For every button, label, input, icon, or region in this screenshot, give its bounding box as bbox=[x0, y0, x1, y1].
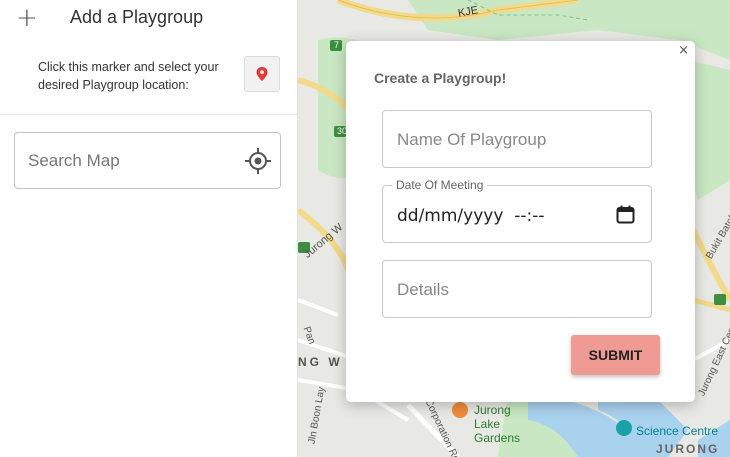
map-label-jurong: JURONG bbox=[656, 442, 720, 456]
location-marker-button[interactable] bbox=[244, 56, 280, 92]
search-map-input[interactable]: Search Map bbox=[14, 132, 281, 189]
details-input[interactable]: Details bbox=[382, 260, 652, 318]
map-label-ng-w: NG W bbox=[298, 355, 343, 369]
map-label-route-7: 7 bbox=[334, 40, 340, 50]
submit-button[interactable]: SUBMIT bbox=[571, 335, 660, 375]
add-icon[interactable]: + bbox=[16, 4, 38, 32]
modal-title: Create a Playgroup! bbox=[374, 70, 507, 86]
date-label: Date Of Meeting bbox=[392, 178, 488, 192]
search-placeholder: Search Map bbox=[28, 151, 120, 170]
map-label-science-centre: Science Centre bbox=[636, 424, 719, 438]
date-value: dd/mm/yyyy --:-- bbox=[397, 206, 545, 226]
crosshair-icon[interactable] bbox=[245, 148, 271, 174]
meeting-date-input[interactable]: Date Of Meeting dd/mm/yyyy --:-- bbox=[382, 178, 652, 243]
sidebar-divider bbox=[0, 114, 297, 115]
map-label-jurong-lake-gardens: Jurong Lake Gardens bbox=[474, 403, 521, 445]
details-placeholder: Details bbox=[397, 280, 449, 299]
close-icon[interactable]: × bbox=[678, 43, 689, 58]
playgroup-name-input[interactable]: Name Of Playgroup bbox=[382, 110, 652, 168]
sidebar-title: Add a Playgroup bbox=[70, 7, 204, 27]
marker-instruction: Click this marker and select your desire… bbox=[38, 60, 219, 92]
calendar-icon[interactable] bbox=[616, 205, 635, 224]
sidebar: + Add a Playgroup Click this marker and … bbox=[0, 0, 298, 457]
create-playgroup-modal: × Create a Playgroup! Name Of Playgroup … bbox=[346, 41, 695, 402]
location-pin-icon bbox=[256, 67, 268, 81]
name-placeholder: Name Of Playgroup bbox=[397, 130, 547, 149]
